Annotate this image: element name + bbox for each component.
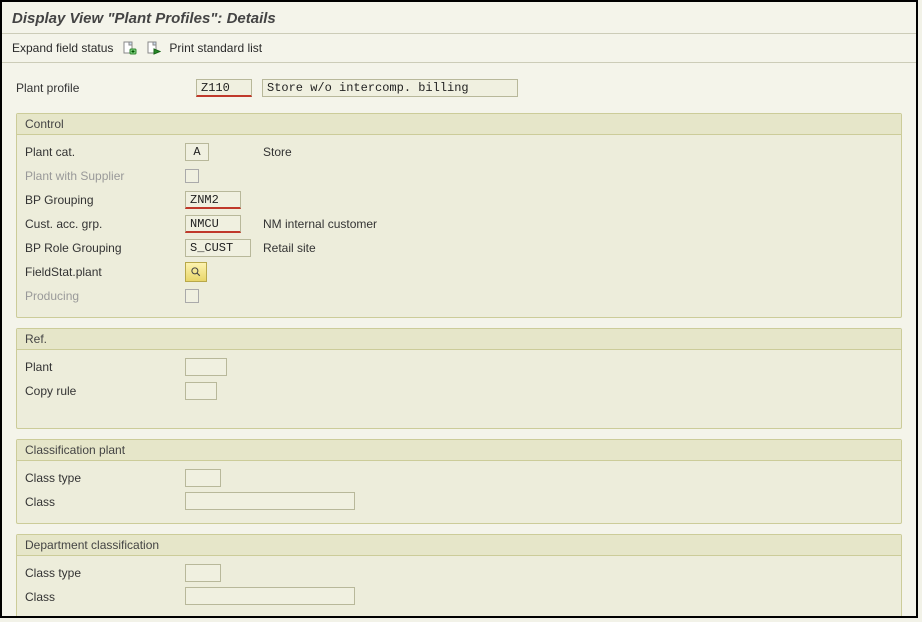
- plant-with-supplier-checkbox[interactable]: [185, 169, 199, 183]
- control-group: Control Plant cat. A Store Plant with Su…: [16, 113, 902, 318]
- class-plant-class-label: Class: [25, 495, 185, 509]
- producing-row: Producing: [25, 285, 893, 307]
- body-area: Plant profile Z110 Store w/o intercomp. …: [2, 63, 916, 618]
- ref-plant-label: Plant: [25, 360, 185, 374]
- expand-field-status-button[interactable]: Expand field status: [12, 41, 113, 55]
- cust-acc-grp-description: NM internal customer: [263, 217, 377, 231]
- bp-grouping-field[interactable]: ZNM2: [185, 191, 241, 209]
- cust-acc-grp-label: Cust. acc. grp.: [25, 217, 185, 231]
- plant-cat-row: Plant cat. A Store: [25, 141, 893, 163]
- control-group-title: Control: [17, 114, 901, 135]
- plant-with-supplier-row: Plant with Supplier: [25, 165, 893, 187]
- cust-acc-grp-row: Cust. acc. grp. NMCU NM internal custome…: [25, 213, 893, 235]
- dept-class-class-row: Class: [25, 586, 893, 608]
- field-stat-plant-label: FieldStat.plant: [25, 265, 185, 279]
- ref-group: Ref. Plant Copy rule: [16, 328, 902, 429]
- class-plant-class-field[interactable]: [185, 492, 355, 510]
- ref-plant-row: Plant: [25, 356, 893, 378]
- field-stat-plant-row: FieldStat.plant: [25, 261, 893, 283]
- classification-plant-group: Classification plant Class type Class: [16, 439, 902, 524]
- ref-plant-field[interactable]: [185, 358, 227, 376]
- toolbar: Expand field status Print standard list: [2, 34, 916, 63]
- plant-cat-label: Plant cat.: [25, 145, 185, 159]
- copy-rule-row: Copy rule: [25, 380, 893, 402]
- dept-class-class-field[interactable]: [185, 587, 355, 605]
- class-plant-class-row: Class: [25, 491, 893, 513]
- plant-profile-row: Plant profile Z110 Store w/o intercomp. …: [10, 73, 908, 107]
- dept-class-class-type-label: Class type: [25, 566, 185, 580]
- bp-grouping-label: BP Grouping: [25, 193, 185, 207]
- dept-class-class-type-field[interactable]: [185, 564, 221, 582]
- ref-group-title: Ref.: [17, 329, 901, 350]
- class-plant-class-type-field[interactable]: [185, 469, 221, 487]
- document-new-icon[interactable]: [121, 40, 137, 56]
- plant-cat-description: Store: [263, 145, 292, 159]
- field-stat-plant-search-button[interactable]: [185, 262, 207, 282]
- department-classification-group: Department classification Class type Cla…: [16, 534, 902, 618]
- dept-class-class-type-row: Class type: [25, 562, 893, 584]
- class-plant-class-type-label: Class type: [25, 471, 185, 485]
- plant-with-supplier-label: Plant with Supplier: [25, 169, 185, 183]
- plant-profile-field[interactable]: Z110: [196, 79, 252, 97]
- bp-role-grouping-field[interactable]: S_CUST: [185, 239, 251, 257]
- class-plant-class-type-row: Class type: [25, 467, 893, 489]
- producing-label: Producing: [25, 289, 185, 303]
- page-title: Display View "Plant Profiles": Details: [2, 2, 916, 34]
- cust-acc-grp-field[interactable]: NMCU: [185, 215, 241, 233]
- classification-plant-title: Classification plant: [17, 440, 901, 461]
- document-next-icon[interactable]: [145, 40, 161, 56]
- bp-role-grouping-description: Retail site: [263, 241, 316, 255]
- dept-class-class-label: Class: [25, 590, 185, 604]
- plant-profile-label: Plant profile: [16, 81, 136, 95]
- print-standard-list-button[interactable]: Print standard list: [169, 41, 262, 55]
- copy-rule-field[interactable]: [185, 382, 217, 400]
- magnifier-icon: [190, 266, 202, 278]
- bp-role-grouping-row: BP Role Grouping S_CUST Retail site: [25, 237, 893, 259]
- copy-rule-label: Copy rule: [25, 384, 185, 398]
- producing-checkbox[interactable]: [185, 289, 199, 303]
- bp-grouping-row: BP Grouping ZNM2: [25, 189, 893, 211]
- app-window: Display View "Plant Profiles": Details E…: [0, 0, 918, 618]
- plant-profile-description-field[interactable]: Store w/o intercomp. billing: [262, 79, 518, 97]
- department-classification-title: Department classification: [17, 535, 901, 556]
- bp-role-grouping-label: BP Role Grouping: [25, 241, 185, 255]
- plant-cat-field[interactable]: A: [185, 143, 209, 161]
